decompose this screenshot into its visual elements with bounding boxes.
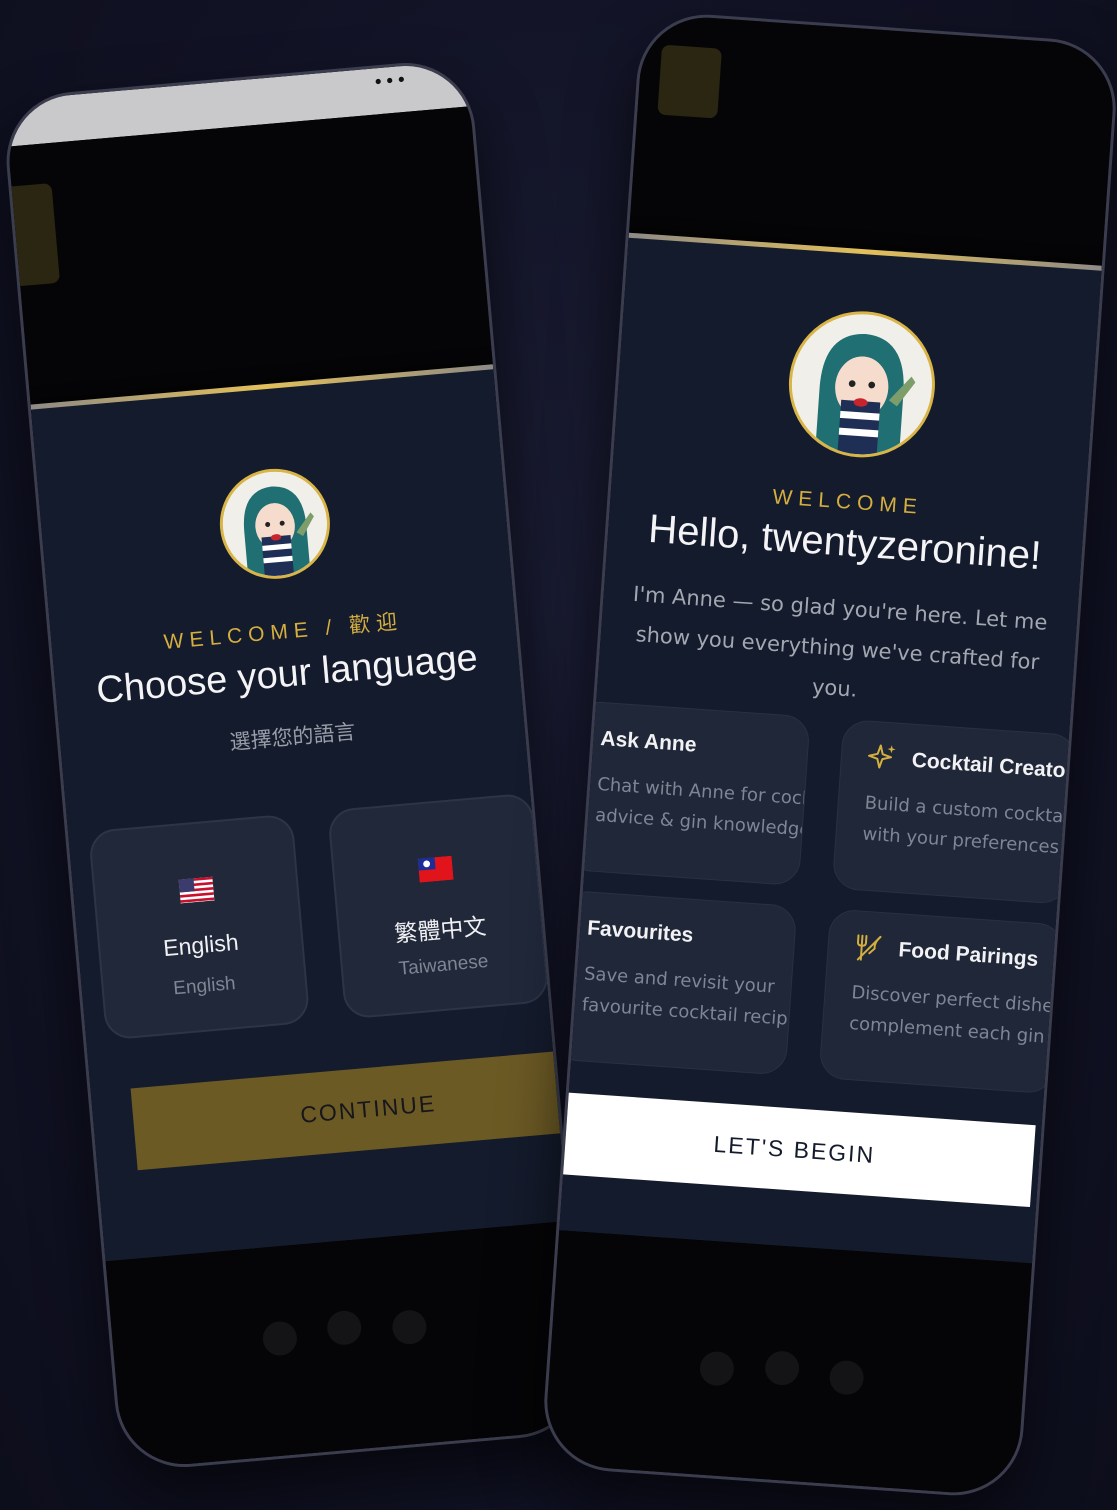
- feature-card-favourites[interactable]: Favourites Save and revisit your favouri…: [551, 889, 798, 1076]
- nav-icon: [261, 1320, 299, 1357]
- continue-button[interactable]: CONTINUE: [130, 1047, 590, 1171]
- language-name: 繁體中文: [393, 912, 488, 947]
- feature-description: Save and revisit your favourite cocktail…: [581, 963, 798, 1032]
- nav-icon: [391, 1308, 428, 1346]
- anne-avatar: [215, 464, 335, 584]
- background-bottom-nav: [542, 1230, 1033, 1500]
- feature-description: Build a custom cocktail with your prefer…: [861, 792, 1074, 859]
- language-native-name: Taiwanese: [397, 950, 490, 980]
- language-native-name: English: [172, 973, 237, 1000]
- welcome-modal: WELCOME Hello, twentyzeronine! I'm Anne …: [551, 232, 1102, 1264]
- nav-icon: [763, 1350, 801, 1387]
- feature-description: Discover perfect dishes to complement ea…: [848, 982, 1065, 1048]
- feature-card-food-pairings[interactable]: Food Pairings Discover perfect dishes to…: [818, 908, 1065, 1095]
- phone-welcome-screen: WELCOME Hello, twentyzeronine! I'm Anne …: [539, 10, 1117, 1500]
- feature-card-cocktail-creator[interactable]: Cocktail Creator Build a custom cocktail…: [831, 718, 1078, 905]
- us-flag-icon: [178, 876, 215, 904]
- language-modal: WELCOME / 歡迎 Choose your language 選擇您的語言…: [30, 364, 590, 1262]
- anne-avatar-icon: [218, 467, 332, 581]
- language-option-traditional-chinese[interactable]: 繁體中文 Taiwanese: [327, 792, 550, 1020]
- nav-icon: [828, 1359, 865, 1396]
- anne-avatar: [784, 306, 940, 463]
- utensils-icon: [856, 934, 882, 961]
- anne-avatar-icon: [787, 309, 937, 460]
- nav-icon: [325, 1309, 363, 1347]
- feature-card-ask-anne[interactable]: Ask Anne Chat with Anne for cocktail adv…: [564, 700, 811, 887]
- language-option-english[interactable]: English English: [87, 813, 311, 1041]
- tw-flag-icon: [417, 855, 454, 883]
- feature-title: Favourites: [586, 916, 695, 947]
- status-icons: •••: [372, 69, 409, 94]
- nav-icon: [698, 1350, 736, 1387]
- page-subtitle: 選擇您的語言: [228, 719, 357, 755]
- background-logo: [657, 44, 723, 119]
- language-name: English: [162, 928, 240, 962]
- background-bottom-nav: [105, 1220, 587, 1473]
- feature-title: Cocktail Creator: [911, 748, 1075, 784]
- feature-title: Food Pairings: [897, 938, 1040, 971]
- intro-text: I'm Anne — so glad you're here. Let me s…: [632, 581, 1049, 702]
- sparkle-icon: [868, 744, 896, 769]
- mockup-scene: ••• WELCOME / 歡迎 Choose your language 選擇…: [0, 0, 1117, 1510]
- background-logo: [0, 183, 61, 288]
- feature-title: Ask Anne: [599, 726, 698, 757]
- phone-language-screen: ••• WELCOME / 歡迎 Choose your language 選擇…: [0, 57, 590, 1473]
- feature-description: Chat with Anne for cocktail advice & gin…: [594, 773, 811, 841]
- lets-begin-button[interactable]: LET'S BEGIN: [553, 1091, 1036, 1208]
